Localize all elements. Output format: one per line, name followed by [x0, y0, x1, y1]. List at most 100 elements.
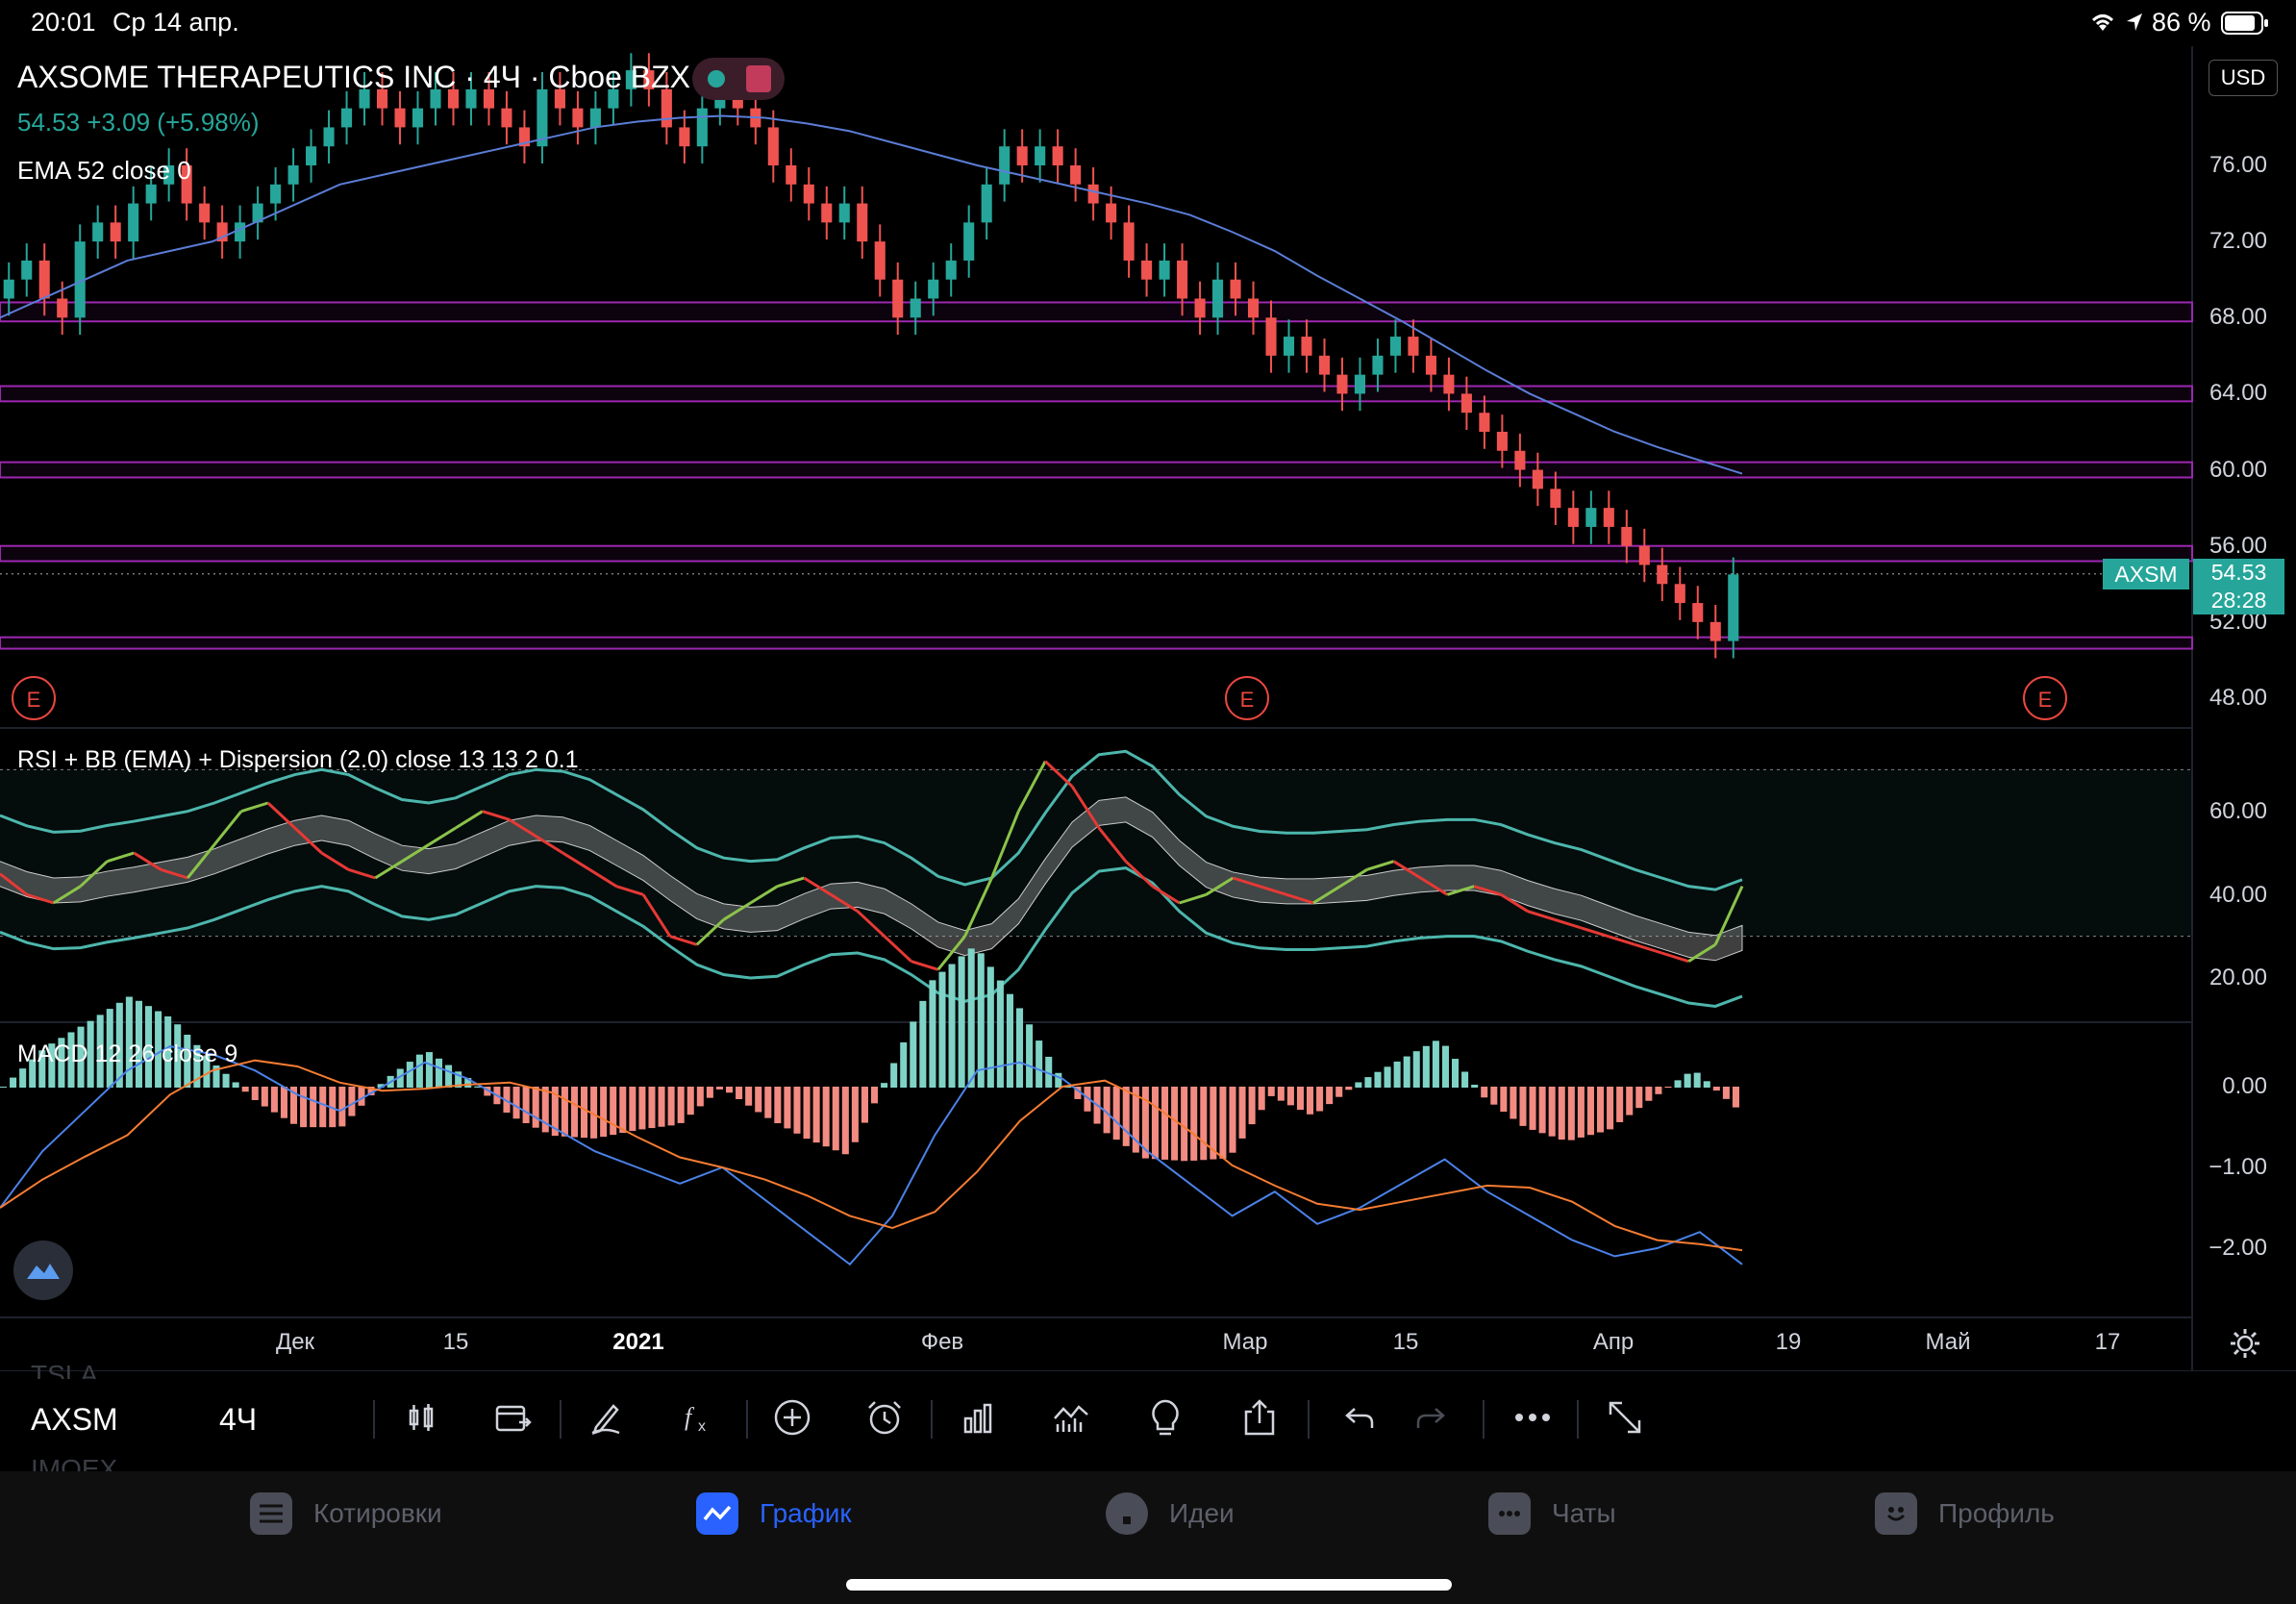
macd-histogram-bar	[755, 1087, 762, 1113]
price-badge-value: 54.53	[2210, 560, 2267, 585]
chart-icon	[696, 1492, 738, 1535]
candle-body	[1123, 222, 1135, 261]
market-status-pill[interactable]	[692, 58, 785, 100]
macd-histogram-bar	[986, 966, 994, 1088]
macd-histogram-bar	[1277, 1087, 1285, 1101]
toolbar-separator	[931, 1400, 933, 1439]
macd-histogram-bar	[1384, 1066, 1391, 1088]
macd-histogram-bar	[1529, 1087, 1536, 1130]
macd-histogram-bar	[600, 1087, 608, 1138]
candle-body	[3, 279, 14, 299]
macd-histogram-bar	[910, 1021, 917, 1088]
macd-histogram-bar	[1422, 1045, 1430, 1088]
share-icon[interactable]	[1233, 1391, 1286, 1444]
ema-legend[interactable]: EMA 52 close 0	[17, 156, 191, 186]
watchlist-next[interactable]: IMOEX 1Д	[31, 1454, 117, 1473]
compare-icon[interactable]	[1044, 1391, 1098, 1444]
candle-body	[910, 298, 921, 318]
macd-histogram-bar	[1190, 1087, 1198, 1161]
smile-icon	[1875, 1492, 1917, 1535]
macd-legend[interactable]: MACD 12 26 close 9	[17, 1040, 237, 1068]
alert-icon[interactable]	[858, 1391, 911, 1444]
macd-histogram-bar	[736, 1087, 743, 1099]
settings-gear-icon[interactable]	[2229, 1327, 2261, 1365]
toolbar-separator	[1308, 1400, 1310, 1439]
macd-histogram-bar	[1248, 1087, 1256, 1125]
candle-body	[821, 203, 833, 223]
tab-quotes[interactable]: Котировки	[250, 1492, 442, 1535]
macd-histogram-bar	[667, 1087, 675, 1126]
tab-chats[interactable]: Чаты	[1488, 1492, 1616, 1535]
macd-histogram-bar	[1674, 1080, 1682, 1088]
bar-chart-icon[interactable]	[952, 1391, 1006, 1444]
macd-histogram-bar	[532, 1087, 539, 1128]
candle-body	[857, 203, 868, 242]
tab-ideas[interactable]: Идеи	[1106, 1492, 1235, 1535]
macd-histogram-bar	[1538, 1087, 1546, 1134]
redo-icon[interactable]	[1404, 1391, 1458, 1444]
undo-icon[interactable]	[1333, 1391, 1386, 1444]
earnings-marker[interactable]: E	[1225, 676, 1269, 720]
date-range-icon[interactable]	[487, 1391, 540, 1444]
currency-button[interactable]: USD	[2209, 60, 2278, 96]
rsi-legend[interactable]: RSI + BB (EMA) + Dispersion (2.0) close …	[17, 746, 579, 774]
toolbar-separator	[746, 1400, 748, 1439]
macd-pane	[0, 948, 2192, 1318]
tab-profile[interactable]: Профиль	[1875, 1492, 2055, 1535]
tab-chart[interactable]: График	[696, 1492, 852, 1535]
watchlist-current[interactable]: AXSM 4Ч	[31, 1402, 257, 1438]
candle-type-icon[interactable]	[394, 1391, 448, 1444]
macd-histogram-bar	[1374, 1071, 1382, 1088]
watchlist-prev[interactable]: TSLA 3Ч	[31, 1360, 98, 1379]
toolbar-separator	[1577, 1400, 1579, 1439]
macd-axis-minus1: −1.00	[2209, 1154, 2267, 1180]
level-zone	[0, 385, 2193, 403]
macd-histogram-bar	[10, 1077, 17, 1088]
session-icon	[746, 65, 771, 92]
macd-histogram-bar	[300, 1087, 308, 1128]
candle-body	[1070, 165, 1082, 185]
macd-histogram-bar	[638, 1087, 646, 1130]
symbol-title[interactable]: AXSOME THERAPEUTICS INC · 4Ч · Cboe BZX	[17, 60, 690, 95]
candle-body	[287, 165, 299, 185]
macd-histogram-bar	[745, 1087, 753, 1106]
candle-body	[928, 279, 939, 299]
watchlist-current-tf[interactable]: 4Ч	[219, 1402, 257, 1438]
add-icon[interactable]	[765, 1391, 819, 1444]
more-icon[interactable]	[1506, 1391, 1560, 1444]
macd-histogram-bar	[629, 1087, 636, 1132]
earnings-marker[interactable]: E	[12, 676, 56, 720]
macd-histogram-bar	[1181, 1087, 1188, 1162]
macd-histogram-bar	[406, 1062, 413, 1088]
indicators-icon[interactable]: fx	[671, 1391, 725, 1444]
candle-body	[1301, 337, 1312, 356]
macd-histogram-bar	[764, 1087, 772, 1118]
price-axis-label: 72.00	[2209, 228, 2267, 255]
candle-body	[1354, 374, 1366, 394]
macd-histogram-bar	[270, 1087, 278, 1113]
macd-histogram-bar	[1441, 1045, 1449, 1088]
rsi-axis-60: 60.00	[2209, 798, 2267, 824]
fullscreen-icon[interactable]	[1598, 1391, 1652, 1444]
macd-histogram-bar	[919, 1000, 927, 1088]
macd-histogram-bar	[222, 1073, 230, 1088]
macd-histogram-bar	[881, 1083, 888, 1088]
macd-histogram-bar	[1461, 1071, 1469, 1088]
macd-histogram-bar	[1635, 1087, 1643, 1109]
draw-icon[interactable]	[579, 1391, 633, 1444]
macd-histogram-bar	[1403, 1056, 1410, 1088]
candle-body	[128, 203, 139, 242]
macd-histogram-bar	[1586, 1087, 1594, 1136]
macd-histogram-bar	[832, 1087, 839, 1151]
macd-histogram-bar	[338, 1087, 346, 1127]
price-axis-label: 68.00	[2209, 304, 2267, 331]
earnings-marker[interactable]: E	[2023, 676, 2067, 720]
time-axis-label: 17	[2094, 1329, 2121, 1355]
tv-logo-button[interactable]	[13, 1241, 73, 1300]
candle-body	[92, 222, 104, 242]
macd-histogram-bar	[1171, 1087, 1179, 1161]
ideas-icon[interactable]	[1138, 1391, 1192, 1444]
macd-histogram-bar	[1345, 1087, 1353, 1090]
chart-canvas[interactable]	[0, 0, 2296, 1370]
macd-histogram-bar	[445, 1065, 453, 1088]
